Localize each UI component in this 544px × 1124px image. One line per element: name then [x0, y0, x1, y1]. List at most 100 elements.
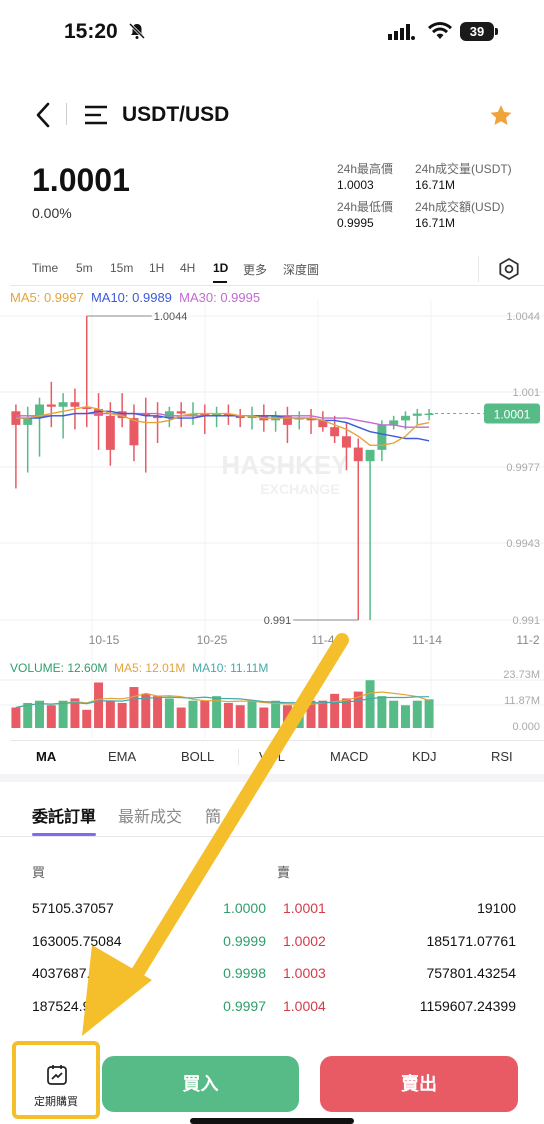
volume-bar — [164, 698, 174, 728]
volume-bar — [318, 700, 328, 728]
dca-label: 定期購買 — [34, 1096, 78, 1108]
indicator-macd[interactable]: MACD — [330, 749, 368, 764]
candle-body — [341, 436, 351, 448]
home-indicator — [190, 1118, 354, 1124]
candle-body — [412, 413, 422, 416]
date-axis-label: 11-4 — [311, 633, 334, 647]
chart-bottom-divider — [10, 740, 544, 741]
volume-bar — [58, 700, 68, 728]
orderbook-bid-price[interactable]: 0.9997 — [223, 998, 266, 1014]
date-axis-label: 11-14 — [412, 633, 442, 647]
volume-bar — [105, 700, 115, 728]
candle-body — [377, 424, 387, 450]
orderbook-bid-price[interactable]: 0.9999 — [223, 933, 266, 949]
indicator-divider — [238, 749, 239, 765]
high-marker-label: 1.0044 — [154, 311, 188, 323]
orderbook-buy-label: 買 — [32, 865, 46, 880]
watermark-subtext: EXCHANGE — [260, 481, 339, 497]
volume-bar — [35, 700, 44, 728]
current-price-label: 1.0001 — [494, 408, 531, 422]
candle-body — [46, 404, 56, 407]
volume-bar — [424, 699, 434, 728]
indicator-vol[interactable]: VOL — [259, 749, 285, 764]
tab-summary[interactable]: 簡 — [205, 803, 221, 827]
candle-body — [176, 411, 186, 414]
orderbook-bid-price[interactable]: 0.9998 — [223, 965, 266, 981]
volume-axis-label: 0.000 — [512, 721, 540, 733]
candle-body — [70, 402, 80, 407]
volume-bar — [282, 705, 292, 728]
date-axis-label: 10-25 — [197, 633, 228, 647]
volume-bar — [235, 705, 245, 728]
indicator-rsi[interactable]: RSI — [491, 749, 513, 764]
indicator-ma[interactable]: MA — [36, 749, 56, 764]
orderbook-bid-qty[interactable]: 163005.75084 — [32, 933, 122, 949]
dca-button[interactable]: 定期購買 — [12, 1041, 100, 1119]
candle-body — [105, 415, 115, 450]
indicator-boll[interactable]: BOLL — [181, 749, 214, 764]
ma10-line — [15, 410, 430, 442]
tab-open-orders[interactable]: 委託訂單 — [32, 803, 96, 827]
price-axis-label: 0.9943 — [506, 538, 540, 550]
volume-axis-label: 11.87M — [504, 695, 540, 707]
tab-latest-trades[interactable]: 最新成交 — [118, 803, 182, 827]
buy-button[interactable]: 買入 — [102, 1056, 299, 1112]
indicator-ema[interactable]: EMA — [108, 749, 136, 764]
price-axis-label: 1.0044 — [506, 311, 540, 323]
date-axis-label: 10-15 — [89, 633, 120, 647]
volume-bar — [176, 707, 186, 728]
volume-bar — [259, 707, 269, 728]
volume-bar — [341, 698, 351, 728]
orderbook-bid-price[interactable]: 1.0000 — [223, 900, 266, 916]
candle-body — [365, 449, 375, 462]
date-axis-label: 11-2 — [516, 633, 539, 647]
candle-body — [23, 418, 33, 425]
volume-bar — [294, 707, 304, 728]
volume-bar — [153, 696, 163, 728]
sell-button[interactable]: 賣出 — [320, 1056, 518, 1112]
price-axis-label: 1.001 — [512, 387, 540, 399]
candle-body — [58, 402, 68, 407]
price-axis-label: 0.991 — [512, 615, 540, 627]
candle-body — [330, 427, 340, 437]
section-spacer — [0, 774, 544, 782]
watermark-text: HASHKEY — [221, 450, 348, 480]
volume-bar — [247, 700, 257, 728]
volume-bar — [389, 700, 399, 728]
volume-legend: VOLUME: 12.60M MA5: 12.01M MA10: 11.11M — [10, 661, 268, 675]
volume-bar — [401, 705, 410, 728]
volume-legend-ma5: MA5: 12.01M — [114, 661, 186, 675]
volume-bar — [330, 693, 340, 728]
orderbook-ask-price[interactable]: 1.0003 — [283, 965, 326, 981]
candle-body — [401, 415, 410, 421]
volume-legend-vol: VOLUME: 12.60M — [10, 661, 108, 675]
calendar-chart-icon — [45, 1063, 69, 1092]
orderbook-ask-qty[interactable]: 19100 — [477, 900, 516, 916]
volume-bar — [188, 700, 198, 728]
orderbook-ask-qty[interactable]: 1159607.24399 — [420, 998, 516, 1014]
tab-divider — [0, 836, 544, 837]
orderbook-bid-qty[interactable]: 57105.37057 — [32, 900, 114, 916]
low-marker-label: 0.991 — [264, 615, 292, 627]
orderbook-ask-price[interactable]: 1.0001 — [283, 900, 326, 916]
orderbook-ask-qty[interactable]: 757801.43254 — [426, 965, 516, 981]
orderbook-bid-qty[interactable]: 187524.95 — [32, 998, 98, 1014]
volume-axis-label: 23.73M — [503, 669, 540, 681]
indicator-kdj[interactable]: KDJ — [412, 749, 437, 764]
candle-body — [129, 418, 139, 446]
orderbook-bid-qty[interactable]: 4037687.55 — [32, 965, 106, 981]
volume-bar — [412, 700, 422, 728]
volume-bar — [11, 707, 21, 728]
orderbook-ask-price[interactable]: 1.0004 — [283, 998, 326, 1014]
volume-legend-ma10: MA10: 11.11M — [192, 661, 269, 675]
volume-bar — [200, 700, 210, 728]
ma5-line — [15, 405, 430, 446]
volume-bar — [46, 705, 56, 728]
orderbook-ask-qty[interactable]: 185171.07761 — [426, 933, 516, 949]
candlestick-chart[interactable]: HASHKEY EXCHANGE 1.0044 0.991 1.0044 1.001 0… — [0, 0, 544, 740]
volume-bar — [94, 682, 104, 728]
orderbook-sell-label: 賣 — [277, 865, 291, 880]
volume-bar — [117, 702, 127, 728]
price-axis-label: 0.9977 — [506, 462, 540, 474]
orderbook-ask-price[interactable]: 1.0002 — [283, 933, 326, 949]
